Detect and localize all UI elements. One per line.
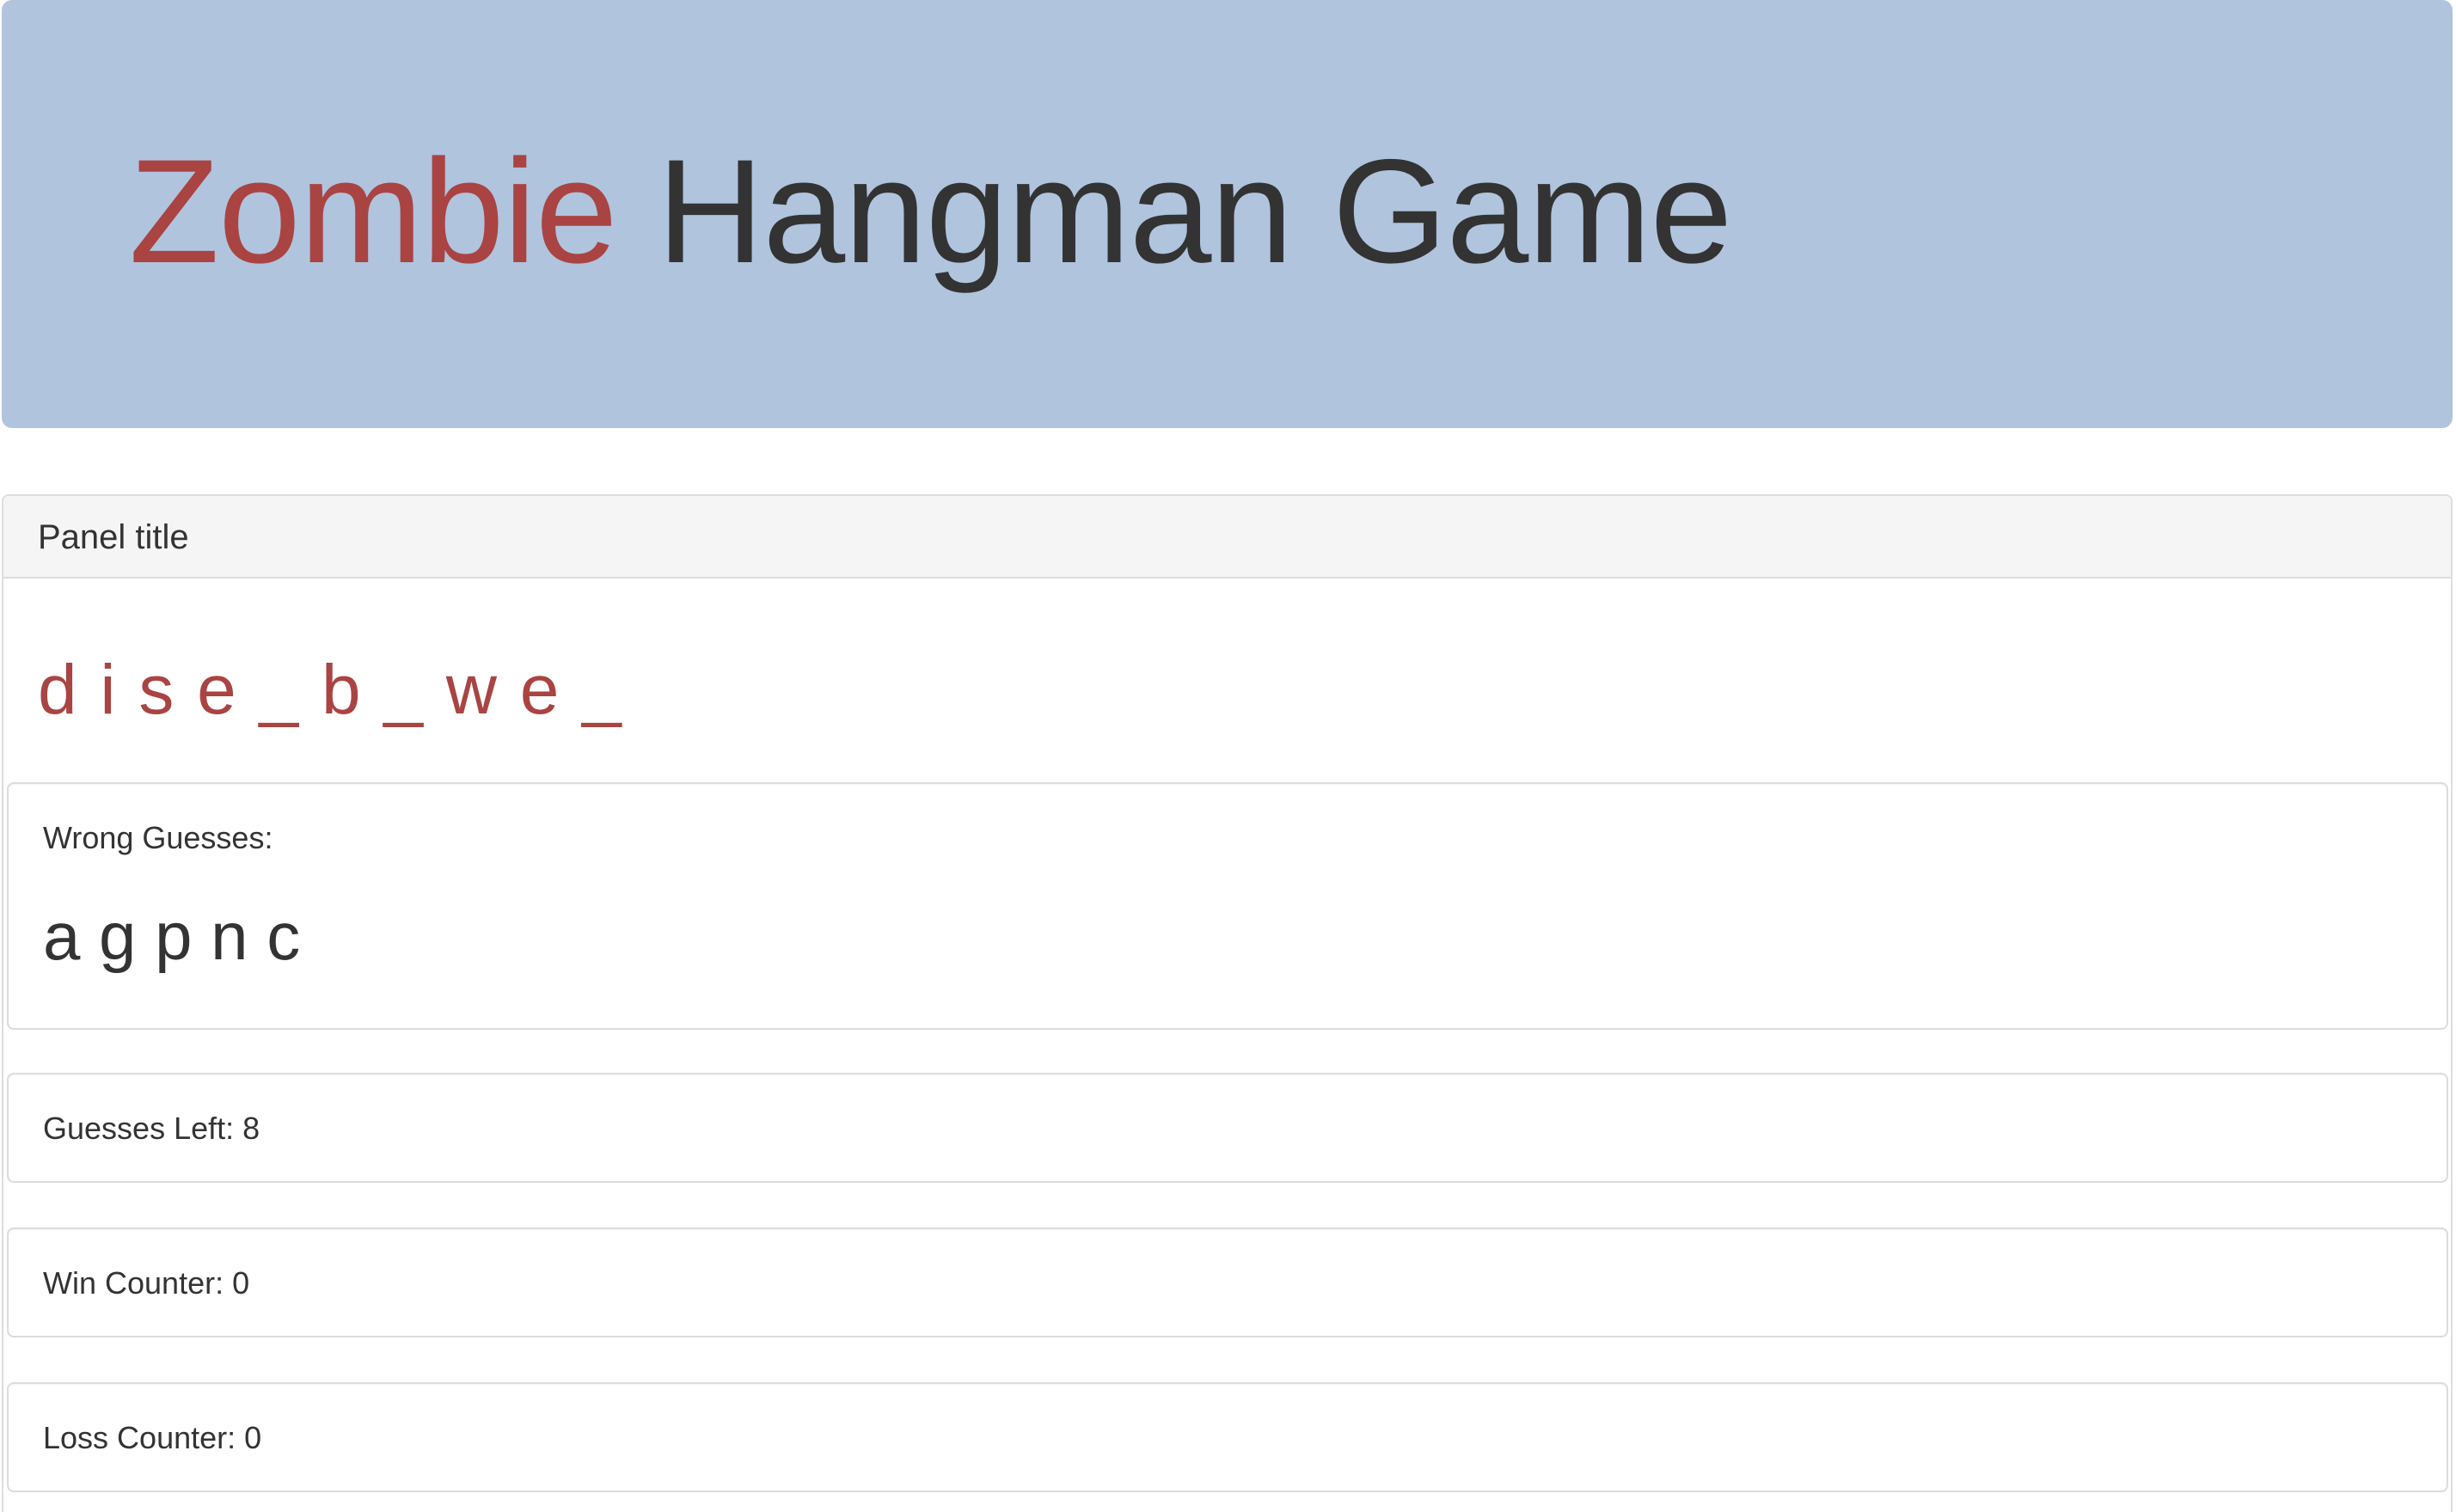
win-counter-text: Win Counter: 0 xyxy=(43,1268,249,1299)
current-word: d i s e _ b _ w e _ xyxy=(38,651,623,729)
page-title: Zombie Hangman Game xyxy=(129,138,1732,285)
wrong-guesses-letters: a g p n c xyxy=(43,898,301,974)
panel-heading: Panel title xyxy=(3,496,2451,578)
win-counter-label: Win Counter: xyxy=(43,1265,224,1301)
header-jumbotron: Zombie Hangman Game xyxy=(2,0,2453,428)
page: Zombie Hangman Game Panel title d i s e … xyxy=(0,0,2456,1512)
guesses-left-label: Guesses Left: xyxy=(43,1111,235,1146)
loss-counter-label: Loss Counter: xyxy=(43,1420,236,1455)
game-panel: Panel title d i s e _ b _ w e _ Wrong Gu… xyxy=(2,494,2453,1512)
loss-counter-text: Loss Counter: 0 xyxy=(43,1423,261,1454)
panel-title: Panel title xyxy=(38,518,189,556)
wrong-guesses-label: Wrong Guesses: xyxy=(43,820,273,855)
loss-counter-well: Loss Counter: 0 xyxy=(7,1382,2448,1492)
guesses-left-well: Guesses Left: 8 xyxy=(7,1073,2448,1183)
title-accent: Zombie xyxy=(129,129,618,294)
win-counter-well: Win Counter: 0 xyxy=(7,1227,2448,1338)
win-counter-value: 0 xyxy=(232,1265,250,1301)
wrong-guesses-well: Wrong Guesses: a g p n c xyxy=(7,782,2448,1030)
loss-counter-value: 0 xyxy=(244,1420,262,1455)
title-rest: Hangman Game xyxy=(657,129,1732,294)
guesses-left-value: 8 xyxy=(242,1111,260,1146)
guesses-left-text: Guesses Left: 8 xyxy=(43,1113,260,1144)
